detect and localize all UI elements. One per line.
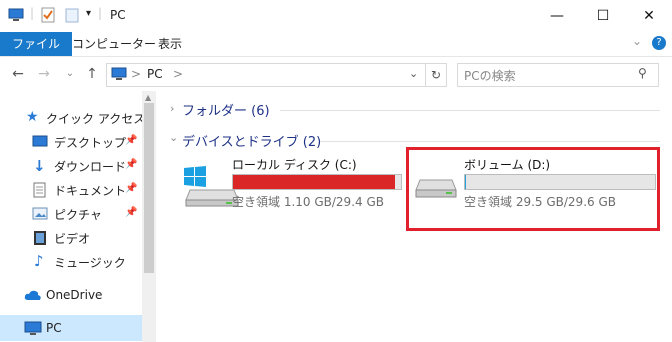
chevron-down-icon[interactable]: ⌄ <box>169 131 178 144</box>
pc-icon <box>8 7 24 23</box>
download-icon: ↓ <box>33 157 46 175</box>
sidebar-item-label: デスクトップ <box>54 136 127 150</box>
chevron-right-icon[interactable]: › <box>170 102 174 115</box>
navigation-bar: ← → ⌄ ↑ > PC > ⌄ ↻ PCの検索 ⚲ <box>0 57 672 91</box>
title-separator: | <box>98 6 103 20</box>
sidebar-item-label: ドキュメント <box>54 184 127 198</box>
sidebar-item-pc[interactable]: PC <box>0 315 142 341</box>
pin-icon[interactable]: 📌 <box>125 159 137 170</box>
sidebar-item-label: クイック アクセス <box>46 112 146 126</box>
tab-view[interactable]: 表示 <box>146 32 194 56</box>
desktop-icon <box>32 135 48 152</box>
pc-icon <box>24 321 42 339</box>
ribbon-tabs: ファイル コンピューター 表示 ⌄ ? <box>0 32 672 57</box>
search-box[interactable]: PCの検索 ⚲ <box>457 63 659 87</box>
help-icon[interactable]: ? <box>652 36 666 50</box>
forward-button[interactable]: → <box>34 65 54 83</box>
drive-usage-bar <box>232 174 402 190</box>
close-button[interactable]: ✕ <box>626 0 672 32</box>
sidebar-item-label: ピクチャ <box>54 208 102 222</box>
group-divider <box>280 110 660 111</box>
sidebar-scrollbar[interactable]: ▲ <box>142 91 156 342</box>
group-divider <box>320 141 660 142</box>
sidebar-item-label: OneDrive <box>46 288 103 302</box>
address-pc-icon <box>111 67 127 84</box>
sidebar-item-label: ダウンロード <box>54 160 127 174</box>
picture-icon <box>32 207 48 224</box>
drives-group-header[interactable]: デバイスとドライブ (2) <box>182 131 321 150</box>
annotation-highlight-box <box>406 147 660 231</box>
sidebar-item-music[interactable]: ♪ ミュージック <box>0 251 142 273</box>
qat-separator: | <box>30 6 35 20</box>
drive-usage-fill <box>233 175 395 189</box>
breadcrumb-separator-icon[interactable]: > <box>173 67 183 81</box>
sidebar-item-pictures[interactable]: ピクチャ 📌 <box>0 203 142 225</box>
maximize-button[interactable]: ☐ <box>580 0 626 32</box>
video-icon <box>33 230 47 249</box>
address-dropdown-icon[interactable]: ⌄ <box>409 67 418 80</box>
sidebar-item-label: ミュージック <box>54 256 126 270</box>
sidebar-item-label: ビデオ <box>54 232 91 246</box>
window-title: PC <box>110 8 126 22</box>
pin-icon[interactable]: 📌 <box>125 207 137 218</box>
drive-c[interactable]: ローカル ディスク (C:) 空き領域 1.10 GB/29.4 GB <box>178 156 408 216</box>
sidebar-item-videos[interactable]: ビデオ <box>0 227 142 249</box>
sidebar-item-documents[interactable]: ドキュメント 📌 <box>0 179 142 201</box>
sidebar-item-label: PC <box>46 321 62 335</box>
navigation-pane: ★ クイック アクセス デスクトップ 📌 ↓ ダウンロード 📌 ドキュメント 📌… <box>0 91 156 342</box>
sidebar-item-downloads[interactable]: ↓ ダウンロード 📌 <box>0 155 142 177</box>
sidebar-item-quick-access[interactable]: ★ クイック アクセス <box>0 107 146 129</box>
properties-icon[interactable] <box>40 7 56 23</box>
music-icon: ♪ <box>34 252 44 270</box>
pin-icon[interactable]: 📌 <box>125 135 137 146</box>
title-bar: | ▾ | PC — ☐ ✕ <box>0 0 672 32</box>
up-button[interactable]: ↑ <box>82 65 102 83</box>
scroll-up-icon[interactable]: ▲ <box>145 93 151 102</box>
sidebar-item-onedrive[interactable]: OneDrive <box>0 285 142 307</box>
ribbon-expand-icon[interactable]: ⌄ <box>632 34 642 48</box>
document-icon <box>33 182 47 201</box>
search-icon[interactable]: ⚲ <box>638 66 647 80</box>
search-input[interactable]: PCの検索 <box>464 67 516 84</box>
breadcrumb-pc[interactable]: PC <box>147 67 163 81</box>
drive-free-space: 空き領域 1.10 GB/29.4 GB <box>232 195 384 209</box>
drive-name: ローカル ディスク (C:) <box>232 158 357 172</box>
back-button[interactable]: ← <box>8 65 28 83</box>
cloud-icon <box>24 289 42 304</box>
recent-locations-button[interactable]: ⌄ <box>60 65 80 83</box>
folders-group-header[interactable]: フォルダー (6) <box>182 100 270 119</box>
scrollbar-thumb[interactable] <box>144 103 154 273</box>
sidebar-item-desktop[interactable]: デスクトップ 📌 <box>0 131 142 153</box>
qat-dropdown-icon[interactable]: ▾ <box>86 8 91 19</box>
minimize-button[interactable]: — <box>534 0 580 32</box>
star-icon: ★ <box>26 109 39 125</box>
address-separator-icon[interactable]: > <box>131 67 141 81</box>
pin-icon[interactable]: 📌 <box>125 183 137 194</box>
refresh-icon[interactable]: ↻ <box>425 64 446 86</box>
new-folder-icon[interactable] <box>64 7 80 23</box>
address-bar[interactable]: > PC > ⌄ ↻ <box>106 63 447 87</box>
